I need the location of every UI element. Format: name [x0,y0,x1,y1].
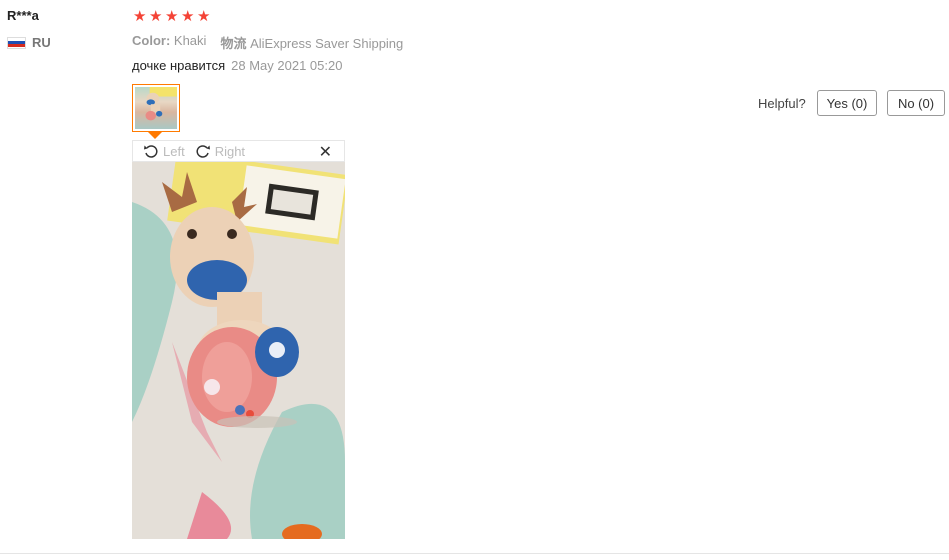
rotate-left-icon [144,145,158,158]
star-icon: ★ [197,8,211,25]
review-photo-large [132,162,345,539]
russia-flag-icon [7,36,26,49]
review-photo-thumbnail[interactable] [132,84,180,132]
helpful-yes-button[interactable]: Yes (0) [817,90,877,116]
star-icon: ★ [165,8,179,25]
rating-stars: ★ ★ ★ ★ ★ [133,9,211,24]
review-divider [0,553,949,554]
rotate-right-label: Right [214,143,246,159]
image-viewer-toolbar: Left Right ✕ [132,140,345,162]
rotate-right-icon [196,145,210,158]
review-date: 28 May 2021 05:20 [231,58,343,73]
star-icon: ★ [133,8,147,25]
review-content: дочке нравится 28 May 2021 05:20 [132,58,342,73]
review-meta: Color: Khaki 物流 AliExpress Saver Shippin… [132,33,403,52]
thumbnail-caret [148,132,162,139]
helpful-no-button[interactable]: No (0) [887,90,945,116]
toy-photo-image [132,162,345,539]
reviewer-country: RU [7,35,51,50]
color-value: Khaki [173,33,207,48]
color-info: Color: Khaki [132,33,206,52]
rotate-left-label: Left [163,143,185,159]
close-viewer-button[interactable]: ✕ [319,142,332,162]
shipping-value: AliExpress Saver Shipping [250,36,404,51]
rotate-right-button[interactable]: Right [195,143,245,159]
helpful-label: Helpful? [758,96,806,111]
reviewer-name: R***a [7,8,39,23]
review-text: дочке нравится [132,58,226,73]
star-icon: ★ [149,8,163,25]
shipping-label: 物流 [220,36,247,51]
country-code: RU [32,35,51,50]
color-label: Color: [132,33,171,48]
shipping-info: 物流 AliExpress Saver Shipping [220,33,403,52]
star-icon: ★ [181,8,195,25]
rotate-left-button[interactable]: Left [143,143,185,159]
